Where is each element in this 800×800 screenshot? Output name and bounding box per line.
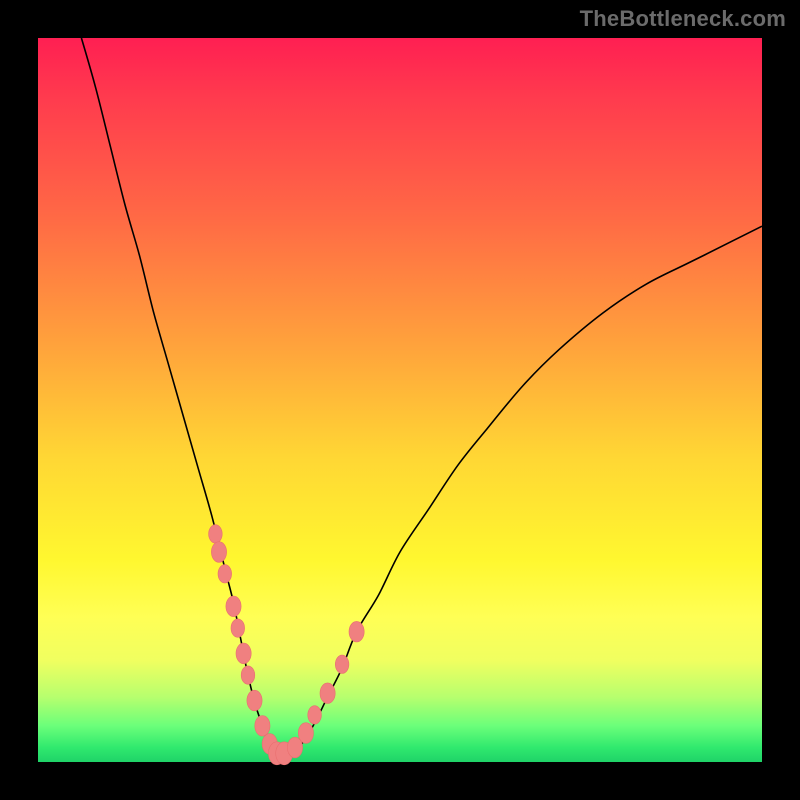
zone-dots-group [209, 525, 365, 765]
zone-dot [231, 619, 245, 637]
zone-dot [241, 666, 255, 684]
zone-dot [335, 655, 349, 673]
plot-area [38, 38, 762, 762]
zone-dot [298, 723, 313, 744]
zone-dot [209, 525, 223, 543]
zone-dot [247, 690, 262, 711]
zone-dot [255, 716, 270, 737]
zone-dot [320, 683, 335, 704]
watermark-text: TheBottleneck.com [580, 6, 786, 32]
zone-dot [349, 621, 364, 642]
curve-svg [38, 38, 762, 762]
zone-dot [236, 643, 251, 664]
zone-dot [226, 596, 241, 617]
zone-dot [308, 706, 322, 724]
zone-dot [218, 565, 232, 583]
zone-dot [211, 542, 226, 563]
bottleneck-curve [81, 38, 762, 756]
chart-frame: TheBottleneck.com [0, 0, 800, 800]
